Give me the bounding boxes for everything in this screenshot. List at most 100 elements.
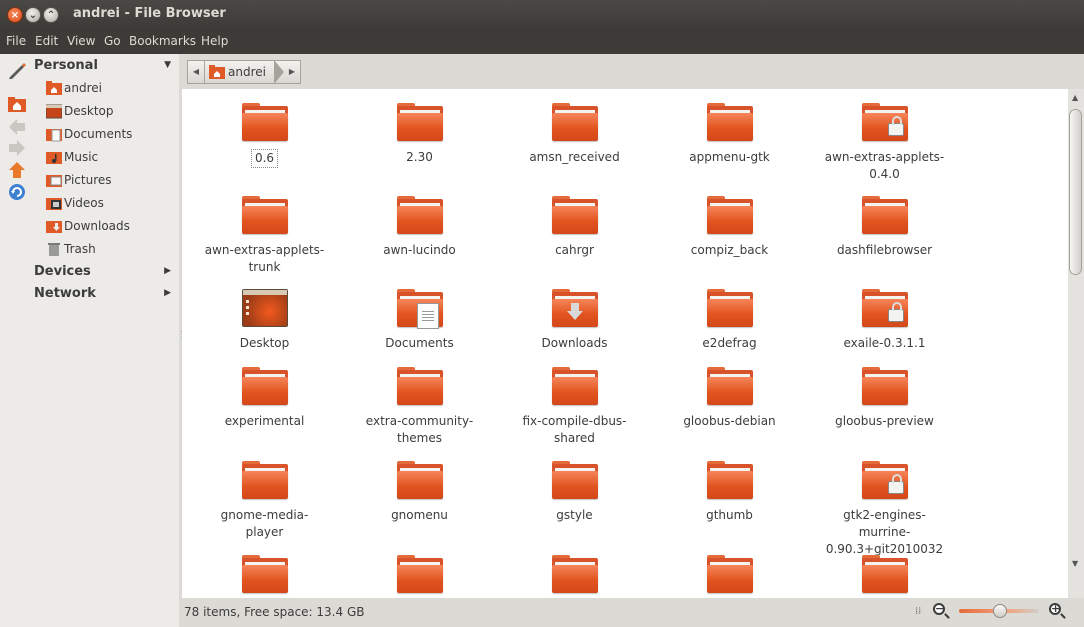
home-folder-icon xyxy=(46,81,62,95)
folder-item[interactable]: exaile-0.3.1.1 xyxy=(807,289,962,352)
menu-bookmarks[interactable]: Bookmarks xyxy=(129,34,196,48)
folder-item[interactable] xyxy=(652,555,807,598)
zoom-slider[interactable] xyxy=(959,604,1039,618)
sidebar-item-downloads[interactable]: Downloads xyxy=(46,216,130,236)
folder-item[interactable]: Desktop xyxy=(187,289,342,352)
window-title: andrei - File Browser xyxy=(73,6,226,21)
folder-item[interactable]: 0.6 xyxy=(187,103,342,168)
folder-name: amsn_received xyxy=(529,150,620,164)
music-folder-icon xyxy=(46,152,62,164)
folder-item[interactable]: gnome-media-player xyxy=(187,461,342,541)
folder-icon xyxy=(551,555,598,595)
sidebar-item-pictures[interactable]: Pictures xyxy=(46,170,112,190)
folder-name: Desktop xyxy=(239,336,290,350)
folder-item[interactable]: amsn_received xyxy=(497,103,652,166)
locked-folder-icon xyxy=(861,461,908,501)
folder-name: awn-lucindo xyxy=(383,243,456,257)
sidebar-item-music[interactable]: Music xyxy=(46,147,98,167)
folder-icon xyxy=(396,461,443,501)
scroll-up-icon[interactable]: ▲ xyxy=(1072,93,1078,102)
minimize-icon: ⌄ xyxy=(28,10,38,21)
folder-item[interactable]: awn-lucindo xyxy=(342,196,497,259)
up-icon[interactable] xyxy=(7,160,27,180)
statusbar: 78 items, Free space: 13.4 GB ⁞⁞ − + xyxy=(182,598,1084,627)
forward-icon[interactable] xyxy=(7,138,27,158)
folder-item[interactable] xyxy=(807,555,962,598)
folder-item[interactable]: gloobus-debian xyxy=(652,367,807,430)
close-icon: × xyxy=(10,10,20,21)
folder-item[interactable]: e2defrag xyxy=(652,289,807,352)
folder-name: appmenu-gtk xyxy=(689,150,770,164)
zoom-out-button[interactable]: − xyxy=(932,602,950,620)
file-icon-view[interactable]: 0.6 2.30 amsn_received appmenu-gtk awn-extra… xyxy=(182,89,1068,598)
folder-item[interactable]: gstyle xyxy=(497,461,652,524)
sidebar-item-videos[interactable]: Videos xyxy=(46,193,104,213)
menu-help[interactable]: Help xyxy=(201,34,228,48)
folder-item[interactable]: 2.30 xyxy=(342,103,497,166)
sidebar-item-andrei[interactable]: andrei xyxy=(46,78,102,98)
folder-name: exaile-0.3.1.1 xyxy=(843,336,926,350)
folder-item[interactable]: appmenu-gtk xyxy=(652,103,807,166)
reload-icon[interactable] xyxy=(7,182,27,202)
folder-name: dashfilebrowser xyxy=(836,243,933,257)
folder-icon xyxy=(396,103,443,143)
sidebar-item-label: andrei xyxy=(64,81,102,95)
folder-item[interactable]: awn-extras-applets-trunk xyxy=(187,196,342,276)
folder-item[interactable]: gloobus-preview xyxy=(807,367,962,430)
folder-item[interactable]: Documents xyxy=(342,289,497,352)
folder-item[interactable]: gnomenu xyxy=(342,461,497,524)
maximize-window-button[interactable]: ⌃ xyxy=(43,7,59,23)
sidebar-item-label: Pictures xyxy=(64,173,112,187)
folder-item[interactable]: cahrgr xyxy=(497,196,652,259)
locked-folder-icon xyxy=(861,289,908,329)
folder-item[interactable]: compiz_back xyxy=(652,196,807,259)
folder-name: gnome-media-player xyxy=(220,508,309,539)
videos-folder-icon xyxy=(46,198,62,210)
folder-name: experimental xyxy=(224,414,305,428)
sidebar-item-trash[interactable]: Trash xyxy=(46,239,96,259)
menu-edit[interactable]: Edit xyxy=(35,34,58,48)
folder-name: awn-extras-applets-0.4.0 xyxy=(824,150,945,181)
edit-location-icon[interactable] xyxy=(7,60,27,80)
folder-item[interactable] xyxy=(187,555,342,598)
folder-item[interactable]: awn-extras-applets-0.4.0 xyxy=(807,103,962,183)
close-window-button[interactable]: × xyxy=(7,7,23,23)
folder-item[interactable] xyxy=(497,555,652,598)
menu-go[interactable]: Go xyxy=(104,34,121,48)
breadcrumb: ◀ andrei ▶ xyxy=(187,60,301,84)
sidebar-network-header[interactable]: Network xyxy=(34,286,96,301)
folder-name: gstyle xyxy=(556,508,593,522)
pathbar-label: andrei xyxy=(228,65,266,79)
pathbar-forward-button[interactable]: ▶ xyxy=(282,60,301,84)
folder-item[interactable]: dashfilebrowser xyxy=(807,196,962,259)
zoom-in-button[interactable]: + xyxy=(1048,602,1066,620)
folder-item[interactable]: Downloads xyxy=(497,289,652,352)
scroll-down-icon[interactable]: ▼ xyxy=(1072,559,1078,568)
folder-name: extra-community-themes xyxy=(365,414,474,445)
sidebar-item-desktop[interactable]: Desktop xyxy=(46,101,114,121)
home-icon[interactable] xyxy=(7,94,27,114)
pathbar-current-button[interactable]: andrei xyxy=(205,60,274,84)
collapse-icon[interactable]: ▼ xyxy=(164,60,171,70)
sidebar-devices-header[interactable]: Devices xyxy=(34,264,91,279)
folder-item[interactable]: experimental xyxy=(187,367,342,430)
sidebar-personal-header[interactable]: Personal xyxy=(34,58,98,73)
minimize-window-button[interactable]: ⌄ xyxy=(25,7,41,23)
menu-view[interactable]: View xyxy=(67,34,95,48)
expand-icon[interactable]: ▶ xyxy=(164,288,171,298)
zoom-slider-handle[interactable] xyxy=(993,604,1007,618)
expand-icon[interactable]: ▶ xyxy=(164,266,171,276)
back-icon[interactable] xyxy=(7,117,27,137)
sidebar-item-documents[interactable]: Documents xyxy=(46,124,132,144)
folder-item[interactable]: extra-community-themes xyxy=(342,367,497,447)
folder-name: awn-extras-applets-trunk xyxy=(204,243,325,274)
vertical-scrollbar[interactable]: ▲ ▼ xyxy=(1068,89,1084,598)
scrollbar-thumb[interactable] xyxy=(1069,109,1082,275)
folder-item[interactable] xyxy=(342,555,497,598)
home-folder-icon xyxy=(209,65,225,79)
menu-file[interactable]: File xyxy=(6,34,26,48)
folder-item[interactable]: fix-compile-dbus-shared xyxy=(497,367,652,447)
folder-name: gthumb xyxy=(706,508,753,522)
pathbar-back-button[interactable]: ◀ xyxy=(187,60,205,84)
folder-item[interactable]: gthumb xyxy=(652,461,807,524)
